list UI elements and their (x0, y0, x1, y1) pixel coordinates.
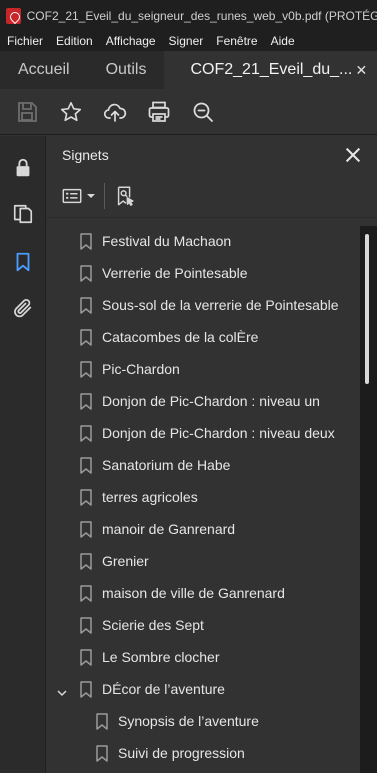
bookmark-item[interactable]: manoir de Ganrenard (47, 514, 360, 546)
tab-bar: Accueil Outils COF2_21_Eveil_du_... ✕ (0, 51, 377, 89)
close-icon[interactable] (344, 146, 362, 164)
bookmark-label: Synopsis de l’aventure (118, 713, 259, 729)
bookmark-icon (80, 681, 92, 698)
menu-fichier[interactable]: Fichier (0, 34, 49, 48)
bookmark-icon (80, 489, 92, 506)
bookmark-icon (80, 329, 92, 346)
navigation-rail (0, 136, 46, 773)
bookmark-label: terres agricoles (102, 489, 198, 505)
menu-affichage[interactable]: Affichage (99, 34, 162, 48)
options-menu-button[interactable] (61, 182, 95, 210)
bookmark-label: DÉcor de l’aventure (102, 681, 225, 697)
bookmark-icon (80, 617, 92, 634)
chevron-down-icon[interactable] (57, 685, 67, 703)
title-bar: COF2_21_Eveil_du_seigneur_des_runes_web_… (0, 0, 377, 31)
toolbar-divider (104, 182, 105, 209)
bookmark-item[interactable]: terres agricoles (47, 482, 360, 514)
bookmark-label: Scierie des Sept (102, 617, 204, 633)
bookmark-item[interactable]: Scierie des Sept (47, 610, 360, 642)
tab-tools[interactable]: Outils (88, 51, 165, 89)
scrollbar[interactable] (360, 226, 377, 773)
bookmark-item[interactable]: Verrerie de Pointesable (47, 258, 360, 290)
bookmark-item[interactable]: Synopsis de l’aventure (47, 706, 360, 738)
zoom-icon[interactable] (188, 97, 218, 127)
bookmark-label: Donjon de Pic-Chardon : niveau un (102, 393, 320, 409)
tab-home-label: Accueil (18, 61, 70, 78)
tab-document[interactable]: COF2_21_Eveil_du_... ✕ (164, 51, 377, 89)
bookmark-icon[interactable] (9, 248, 37, 276)
bookmark-icon (80, 585, 92, 602)
bookmark-label: Pic-Chardon (102, 361, 180, 377)
main-toolbar (0, 89, 377, 135)
attachment-icon[interactable] (9, 294, 37, 322)
pages-icon[interactable] (9, 200, 37, 228)
bookmark-icon (80, 425, 92, 442)
bookmark-label: Verrerie de Pointesable (102, 265, 248, 281)
list-options-icon (62, 188, 82, 203)
bookmark-item[interactable]: Pic-Chardon (47, 354, 360, 386)
bookmark-label: maison de ville de Ganrenard (102, 585, 285, 601)
bookmark-list: Festival du Machaon Verrerie de Pointesab… (47, 226, 360, 770)
lock-icon[interactable] (9, 154, 37, 182)
menu-aide[interactable]: Aide (264, 34, 301, 48)
bookmark-item[interactable]: maison de ville de Ganrenard (47, 578, 360, 610)
bookmark-icon (80, 521, 92, 538)
star-icon[interactable] (56, 97, 86, 127)
save-icon[interactable] (12, 97, 42, 127)
bookmark-label: Donjon de Pic-Chardon : niveau deux (102, 425, 335, 441)
bookmark-label: Sous-sol de la verrerie de Pointesable (102, 297, 339, 313)
chevron-down-icon (87, 193, 95, 198)
cloud-upload-icon[interactable] (100, 97, 130, 127)
bookmark-item[interactable]: Suivi de progression (47, 738, 360, 770)
panel-header: Signets (47, 136, 377, 174)
bookmark-item[interactable]: Sanatorium de Habe (47, 450, 360, 482)
bookmark-icon (80, 233, 92, 250)
bookmark-label: Grenier (102, 553, 149, 569)
bookmark-label: Sanatorium de Habe (102, 457, 231, 473)
bookmark-label: Le Sombre clocher (102, 649, 220, 665)
bookmark-item[interactable]: Donjon de Pic-Chardon : niveau deux (47, 418, 360, 450)
menu-fenetre[interactable]: Fenêtre (209, 34, 263, 48)
bookmark-item[interactable]: Festival du Machaon (47, 226, 360, 258)
find-bookmark-button[interactable] (114, 182, 136, 210)
tab-tools-label: Outils (105, 61, 147, 78)
tab-close-icon[interactable]: ✕ (352, 62, 370, 79)
bookmark-item[interactable]: Grenier (47, 546, 360, 578)
panel-title: Signets (62, 147, 109, 163)
tab-document-label: COF2_21_Eveil_du_... (190, 61, 353, 78)
bookmark-search-icon (117, 186, 134, 206)
bookmark-item[interactable]: Catacombes de la colÈre (47, 322, 360, 354)
bookmark-icon (80, 393, 92, 410)
bookmark-icon (96, 745, 108, 762)
bookmark-icon (80, 361, 92, 378)
bookmark-icon (80, 649, 92, 666)
bookmark-icon (80, 297, 92, 314)
bookmark-icon (80, 457, 92, 474)
acrobat-logo-icon (6, 7, 21, 24)
menu-bar: Fichier Edition Affichage Signer Fenêtre… (0, 31, 377, 51)
bookmark-icon (96, 713, 108, 730)
bookmark-label: Festival du Machaon (102, 233, 232, 249)
bookmark-label: manoir de Ganrenard (102, 521, 236, 537)
panel-toolbar (47, 174, 377, 218)
menu-signer[interactable]: Signer (162, 34, 210, 48)
tab-home[interactable]: Accueil (0, 51, 88, 89)
print-icon[interactable] (144, 97, 174, 127)
bookmark-icon (80, 553, 92, 570)
bookmark-item[interactable]: Sous-sol de la verrerie de Pointesable (47, 290, 360, 322)
bookmark-label: Catacombes de la colÈre (102, 329, 259, 345)
menu-edition[interactable]: Edition (49, 34, 99, 48)
bookmark-item[interactable]: DÉcor de l’aventure (47, 674, 360, 706)
bookmark-item[interactable]: Le Sombre clocher (47, 642, 360, 674)
bookmark-icon (80, 265, 92, 282)
bookmarks-panel: Signets Festival du Machaon Verrerie de P… (47, 136, 377, 773)
scrollbar-thumb[interactable] (365, 234, 369, 384)
bookmark-label: Suivi de progression (118, 745, 245, 761)
window-title: COF2_21_Eveil_du_seigneur_des_runes_web_… (26, 8, 377, 23)
bookmark-item[interactable]: Donjon de Pic-Chardon : niveau un (47, 386, 360, 418)
